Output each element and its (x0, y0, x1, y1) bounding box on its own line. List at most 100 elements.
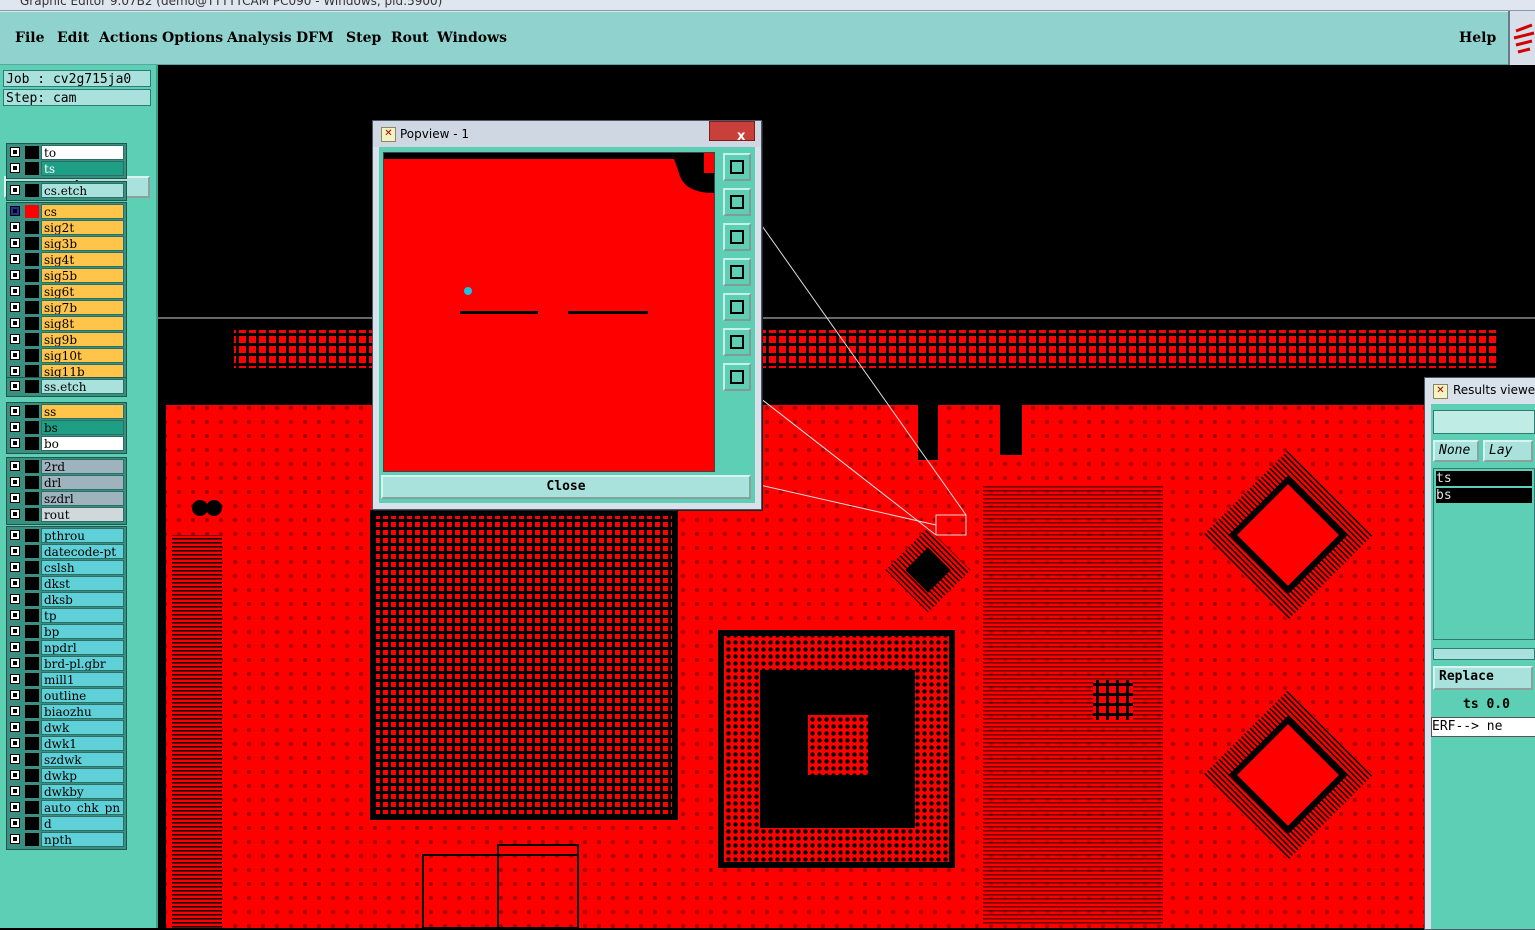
layer-color-swatch[interactable] (25, 405, 39, 418)
layer-color-swatch[interactable] (25, 801, 39, 814)
results-scrollbar[interactable] (1433, 648, 1535, 660)
layer-row-dksb[interactable]: dksb (7, 592, 126, 607)
layer-color-swatch[interactable] (25, 769, 39, 782)
layer-checkbox[interactable] (10, 578, 20, 588)
layer-color-swatch[interactable] (25, 221, 39, 234)
layer-row-dwkby[interactable]: dwkby (7, 784, 126, 799)
layer-checkbox[interactable] (10, 270, 20, 280)
layer-row-npdrl[interactable]: npdrl (7, 640, 126, 655)
layer-color-swatch[interactable] (25, 545, 39, 558)
layer-checkbox[interactable] (10, 770, 20, 780)
layer-color-swatch[interactable] (25, 657, 39, 670)
layer-checkbox[interactable] (10, 286, 20, 296)
results-field[interactable] (1433, 410, 1535, 434)
pan-up-icon[interactable] (723, 188, 751, 216)
layer-color-swatch[interactable] (25, 817, 39, 830)
layer-name[interactable]: npth (41, 832, 124, 847)
layer-name[interactable]: sig2t (41, 220, 124, 235)
layer-row-biaozhu[interactable]: biaozhu (7, 704, 126, 719)
layer-name[interactable]: dwk1 (41, 736, 124, 751)
layer-checkbox[interactable] (10, 185, 20, 195)
layer-name[interactable]: sig7b (41, 300, 124, 315)
layer-row-bo[interactable]: bo (7, 436, 126, 451)
layer-name[interactable]: bp (41, 624, 124, 639)
layer-name[interactable]: outline (41, 688, 124, 703)
popview-close-x-button[interactable]: x (709, 121, 755, 144)
replace-button[interactable]: Replace (1433, 666, 1533, 690)
layer-row-sig5b[interactable]: sig5b (7, 268, 126, 283)
layer-color-swatch[interactable] (25, 184, 39, 197)
layer-row-szdwk[interactable]: szdwk (7, 752, 126, 767)
layer-row-sig9b[interactable]: sig9b (7, 332, 126, 347)
layer-name[interactable]: d (41, 816, 124, 831)
layer-checkbox[interactable] (10, 754, 20, 764)
layer-checkbox[interactable] (10, 406, 20, 416)
layer-name[interactable]: cslsh (41, 560, 124, 575)
menu-windows[interactable]: Windows (437, 30, 507, 46)
layer-color-swatch[interactable] (25, 689, 39, 702)
layer-name[interactable]: npdrl (41, 640, 124, 655)
layer-color-swatch[interactable] (25, 349, 39, 362)
layer-name[interactable]: cs (41, 204, 124, 219)
layer-checkbox[interactable] (10, 834, 20, 844)
layer-checkbox[interactable] (10, 438, 20, 448)
zoom-out-icon[interactable] (723, 363, 751, 391)
layer-name[interactable]: sig4t (41, 252, 124, 267)
layer-row-ts[interactable]: ts (7, 161, 126, 176)
layer-checkbox[interactable] (10, 222, 20, 232)
pcb-board-view[interactable] (158, 65, 1535, 928)
layer-row-dwk1[interactable]: dwk1 (7, 736, 126, 751)
layer-color-swatch[interactable] (25, 421, 39, 434)
layer-name[interactable]: rout (41, 507, 124, 522)
layer-checkbox[interactable] (10, 674, 20, 684)
layer-checkbox[interactable] (10, 562, 20, 572)
layer-name[interactable]: tp (41, 608, 124, 623)
layer-color-swatch[interactable] (25, 253, 39, 266)
layer-color-swatch[interactable] (25, 269, 39, 282)
layer-name[interactable]: ss.etch (41, 379, 124, 394)
layer-color-swatch[interactable] (25, 673, 39, 686)
layer-name[interactable]: cs.etch (41, 183, 124, 198)
layer-name[interactable]: szdrl (41, 491, 124, 506)
popview-close-button[interactable]: Close (381, 475, 751, 499)
layer-checkbox[interactable] (10, 626, 20, 636)
layer-name[interactable]: auto_chk_pn (41, 800, 124, 815)
layer-checkbox[interactable] (10, 238, 20, 248)
layer-name[interactable]: drl (41, 475, 124, 490)
layer-color-swatch[interactable] (25, 833, 39, 846)
menu-step[interactable]: Step (346, 30, 381, 46)
results-layer-item[interactable]: bs (1436, 488, 1532, 503)
layer-checkbox[interactable] (10, 334, 20, 344)
layer-row-cslsh[interactable]: cslsh (7, 560, 126, 575)
results-layer-item[interactable]: ts (1436, 471, 1532, 486)
layer-name[interactable]: sig3b (41, 236, 124, 251)
layer-row-ss.etch[interactable]: ss.etch (7, 379, 126, 394)
layer-checkbox[interactable] (10, 366, 20, 376)
layer-color-swatch[interactable] (25, 333, 39, 346)
layer-name[interactable]: bo (41, 436, 124, 451)
layer-name[interactable]: sig6t (41, 284, 124, 299)
layer-checkbox[interactable] (10, 147, 20, 157)
layer-checkbox[interactable] (10, 738, 20, 748)
layer-checkbox[interactable] (10, 509, 20, 519)
none-button[interactable]: None (1433, 440, 1479, 462)
layer-color-swatch[interactable] (25, 205, 39, 218)
layer-row-dwk[interactable]: dwk (7, 720, 126, 735)
layer-color-swatch[interactable] (25, 146, 39, 159)
layer-color-swatch[interactable] (25, 529, 39, 542)
graphic-canvas[interactable] (158, 65, 1535, 928)
layer-row-bp[interactable]: bp (7, 624, 126, 639)
pan-left-icon[interactable] (723, 258, 751, 286)
layer-checkbox[interactable] (10, 658, 20, 668)
layer-checkbox[interactable] (10, 318, 20, 328)
layer-checkbox[interactable] (10, 206, 20, 216)
layer-checkbox[interactable] (10, 350, 20, 360)
layer-checkbox[interactable] (10, 690, 20, 700)
layer-checkbox[interactable] (10, 722, 20, 732)
layer-row-to[interactable]: to (7, 145, 126, 160)
layer-color-swatch[interactable] (25, 625, 39, 638)
layer-row-drl[interactable]: drl (7, 475, 126, 490)
layer-row-outline[interactable]: outline (7, 688, 126, 703)
layer-color-swatch[interactable] (25, 753, 39, 766)
layer-row-dwkp[interactable]: dwkp (7, 768, 126, 783)
